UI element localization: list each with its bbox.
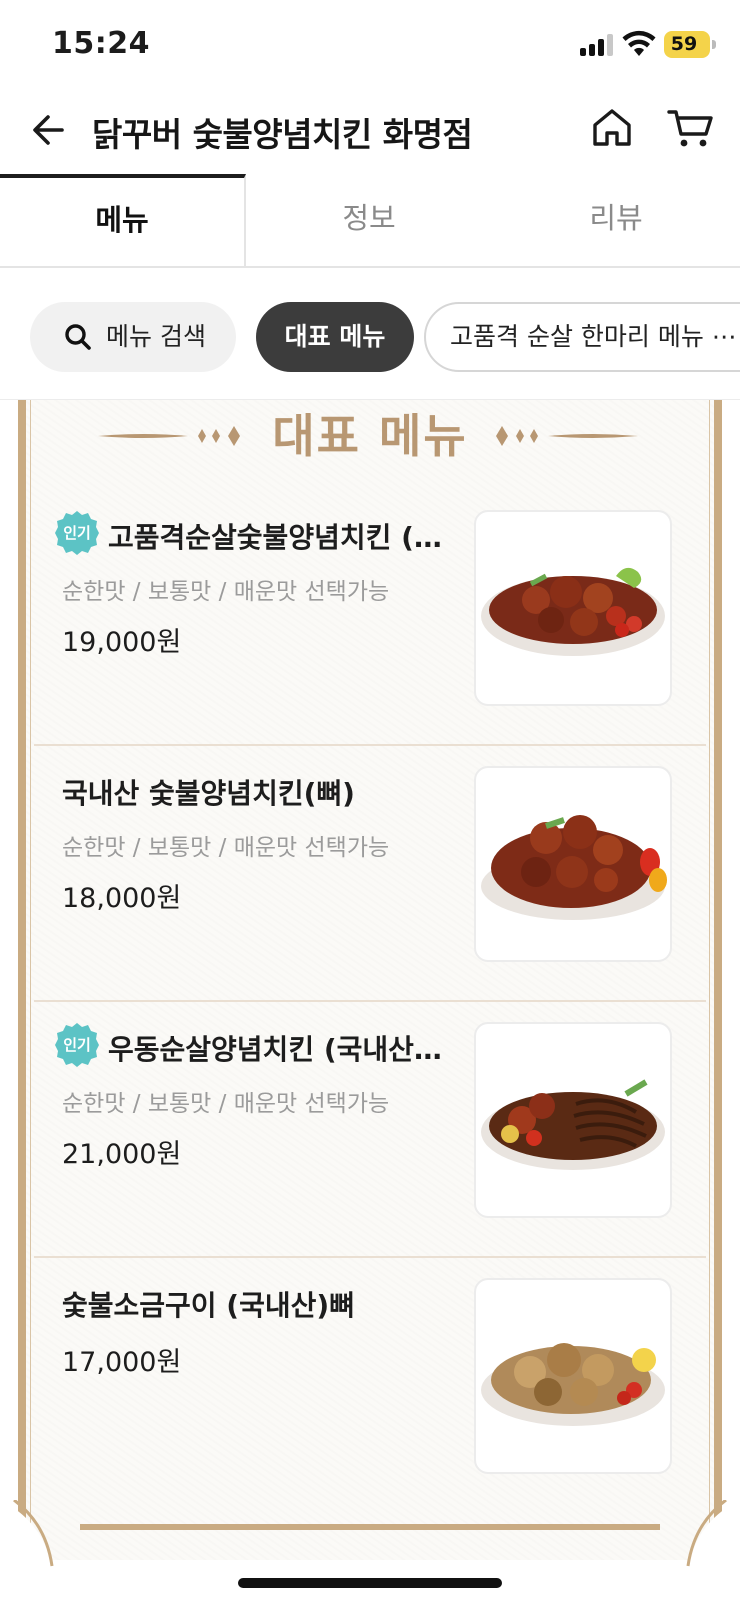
menu-item-name: 우동순살양념치킨 (국내산… xyxy=(108,1033,442,1066)
tab-menu[interactable]: 메뉴 xyxy=(0,174,246,266)
home-icon[interactable] xyxy=(588,104,636,152)
battery-level: 59 xyxy=(670,33,698,55)
menu-search-label: 메뉴 검색 xyxy=(106,322,206,351)
status-bar: 15:24 59 xyxy=(0,0,740,90)
tab-bar: 메뉴 정보 리뷰 xyxy=(0,174,740,268)
ornament-right-icon xyxy=(496,426,638,446)
menu-item-price: 19,000원 xyxy=(62,627,182,658)
menu-item-price: 18,000원 xyxy=(62,883,182,914)
menu-item[interactable]: 숯불소금구이 (국내산)뼈 17,000원 xyxy=(34,1258,706,1514)
menu-item-name: 고품격순살숯불양념치킨 (… xyxy=(108,521,442,554)
battery-icon: 59 xyxy=(664,31,716,58)
menu-item-desc: 순한맛 / 보통맛 / 매운맛 선택가능 xyxy=(62,1091,390,1117)
popular-badge: 인기 xyxy=(54,510,100,556)
popular-badge: 인기 xyxy=(54,1022,100,1068)
menu-item-photo xyxy=(474,1022,672,1218)
menu-item-desc: 순한맛 / 보통맛 / 매운맛 선택가능 xyxy=(62,835,390,861)
menu-list: 인기 고품격순살숯불양념치킨 (… 순한맛 / 보통맛 / 매운맛 선택가능 1… xyxy=(34,490,706,1514)
chip-premium-boneless[interactable]: 고품격 순살 한마리 메뉴 ⋯ xyxy=(424,302,740,372)
menu-item[interactable]: 인기 고품격순살숯불양념치킨 (… 순한맛 / 보통맛 / 매운맛 선택가능 1… xyxy=(34,490,706,746)
home-indicator[interactable] xyxy=(238,1578,502,1588)
back-arrow-icon[interactable] xyxy=(28,108,72,152)
tab-reviews[interactable]: 리뷰 xyxy=(492,174,740,266)
menu-item-desc: 순한맛 / 보통맛 / 매운맛 선택가능 xyxy=(62,579,390,605)
menu-board: 대표 메뉴 인기 고품격순살숯불양념치킨 (… 순한맛 / 보통맛 / 매운맛 … xyxy=(18,400,722,1560)
menu-item-photo xyxy=(474,766,672,962)
cart-icon[interactable] xyxy=(666,104,716,152)
menu-item-photo xyxy=(474,510,672,706)
nav-header: 닭꾸버 숯불양념치킨 화명점 xyxy=(0,90,740,175)
chip-signature-menu[interactable]: 대표 메뉴 xyxy=(256,302,414,372)
menu-item[interactable]: 국내산 숯불양념치킨(뼈) 순한맛 / 보통맛 / 매운맛 선택가능 18,00… xyxy=(34,746,706,1002)
cellular-signal-icon xyxy=(580,34,616,56)
section-header: 대표 메뉴 xyxy=(26,400,714,474)
wifi-icon xyxy=(622,30,656,56)
menu-item-price: 21,000원 xyxy=(62,1139,182,1170)
menu-item[interactable]: 인기 우동순살양념치킨 (국내산… 순한맛 / 보통맛 / 매운맛 선택가능 2… xyxy=(34,1002,706,1258)
menu-item-photo xyxy=(474,1278,672,1474)
search-icon xyxy=(65,324,91,350)
category-chips: 메뉴 검색 대표 메뉴 고품격 순살 한마리 메뉴 ⋯ xyxy=(0,268,740,400)
menu-item-price: 17,000원 xyxy=(62,1347,182,1378)
menu-item-name: 숯불소금구이 (국내산)뼈 xyxy=(62,1289,355,1322)
tab-info[interactable]: 정보 xyxy=(246,174,492,266)
menu-item-name: 국내산 숯불양념치킨(뼈) xyxy=(62,777,355,810)
store-title: 닭꾸버 숯불양념치킨 화명점 xyxy=(92,115,473,154)
status-time: 15:24 xyxy=(52,26,150,61)
menu-search-chip[interactable]: 메뉴 검색 xyxy=(30,302,236,372)
